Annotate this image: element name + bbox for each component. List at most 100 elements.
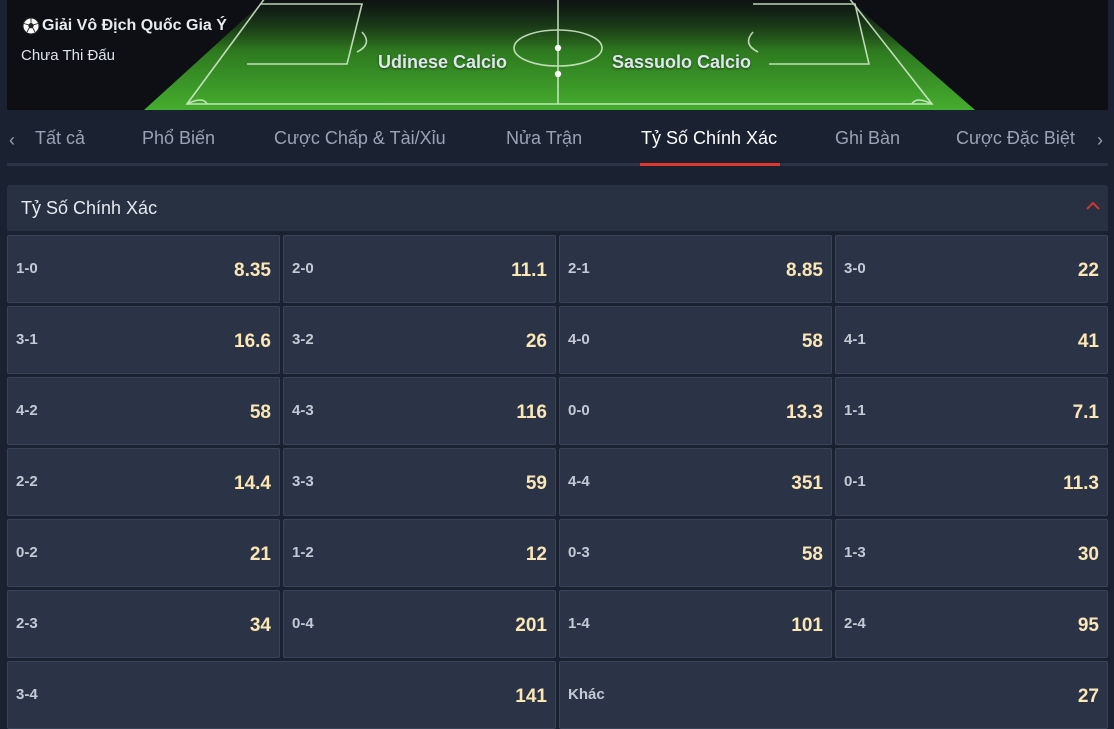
market-header[interactable]: Tỷ Số Chính Xác [7, 185, 1108, 231]
score-label: 0-4 [292, 615, 314, 632]
score-label: 2-4 [844, 615, 866, 632]
odds-value: 11.1 [511, 260, 547, 281]
score-label: 3-2 [292, 331, 314, 348]
score-label: 1-2 [292, 544, 314, 561]
odds-value: 141 [515, 686, 547, 707]
score-label: 4-4 [568, 473, 590, 490]
league-name: Giải Vô Địch Quốc Gia Ý [42, 17, 227, 34]
score-label: 4-2 [16, 402, 38, 419]
odds-value: 11.3 [1063, 473, 1099, 494]
odds-value: 7.1 [1072, 402, 1099, 423]
active-tab-indicator [640, 163, 780, 166]
score-odds-cell[interactable]: 4-2 58 [7, 377, 280, 445]
score-label: 2-0 [292, 260, 314, 277]
score-odds-cell[interactable]: 3-4 141 [7, 661, 556, 729]
odds-value: 8.85 [786, 260, 823, 281]
odds-value: 116 [516, 402, 547, 423]
odds-value: 351 [791, 473, 823, 494]
away-team-name: Sassuolo Calcio [612, 52, 752, 72]
tabs-divider [7, 163, 1108, 166]
score-label: 4-1 [844, 331, 866, 348]
score-odds-cell[interactable]: 3-0 22 [835, 235, 1108, 303]
odds-value: 22 [1077, 260, 1099, 281]
odds-value: 58 [801, 544, 823, 565]
score-label: 4-3 [292, 402, 314, 419]
score-label: 1-1 [844, 402, 866, 419]
odds-value: 41 [1077, 331, 1099, 352]
soccer-ball-icon [22, 17, 40, 35]
score-label: 3-1 [16, 331, 38, 348]
tab-all[interactable]: Tất cả [35, 128, 85, 149]
score-odds-cell[interactable]: 0-3 58 [559, 519, 832, 587]
score-odds-cell[interactable]: 0-4 201 [283, 590, 556, 658]
score-odds-cell[interactable]: 0-2 21 [7, 519, 280, 587]
score-odds-cell[interactable]: 1-1 7.1 [835, 377, 1108, 445]
score-odds-cell[interactable]: 1-0 8.35 [7, 235, 280, 303]
market-tabs: ‹ Tất cả Phổ Biến Cược Chấp & Tài/Xỉu Nử… [7, 110, 1108, 166]
score-label: 0-0 [568, 402, 590, 419]
score-odds-cell[interactable]: 4-0 58 [559, 306, 832, 374]
tab-correct-score[interactable]: Tỷ Số Chính Xác [641, 128, 777, 149]
score-label: 4-0 [568, 331, 590, 348]
score-odds-cell[interactable]: 1-4 101 [559, 590, 832, 658]
odds-value: 16.6 [234, 331, 271, 352]
odds-value: 14.4 [234, 473, 271, 494]
score-odds-cell[interactable]: 1-2 12 [283, 519, 556, 587]
odds-value: 101 [791, 615, 823, 636]
score-odds-cell[interactable]: 4-1 41 [835, 306, 1108, 374]
odds-value: 30 [1077, 544, 1099, 565]
score-label: 0-2 [16, 544, 38, 561]
market-title: Tỷ Số Chính Xác [21, 198, 158, 218]
chevron-up-icon[interactable] [1086, 201, 1100, 211]
odds-value: 201 [515, 615, 547, 636]
score-odds-cell[interactable]: Khác 27 [559, 661, 1108, 729]
score-odds-cell[interactable]: 2-3 34 [7, 590, 280, 658]
score-label: 0-1 [844, 473, 866, 490]
odds-value: 34 [249, 615, 271, 636]
odds-value: 58 [249, 402, 271, 423]
score-odds-cell[interactable]: 3-2 26 [283, 306, 556, 374]
score-label: 1-0 [16, 260, 38, 277]
score-label: 3-3 [292, 473, 314, 490]
score-odds-cell[interactable]: 4-3 116 [283, 377, 556, 445]
score-label: 3-0 [844, 260, 866, 277]
odds-value: 58 [801, 331, 823, 352]
score-odds-cell[interactable]: 0-1 11.3 [835, 448, 1108, 516]
match-status: Chưa Thi Đấu [21, 47, 115, 64]
tab-half-time[interactable]: Nửa Trận [506, 128, 582, 149]
odds-value: 21 [249, 544, 271, 565]
odds-value: 12 [525, 544, 547, 565]
odds-value: 26 [525, 331, 547, 352]
score-label: Khác [568, 686, 605, 703]
correct-score-grid: 1-0 8.35 2-0 11.1 2-1 8.85 3-0 22 3-1 16.6 3-2 26 4-… [7, 235, 1108, 729]
tab-goal-scorer[interactable]: Ghi Bàn [835, 128, 900, 149]
chevron-left-icon[interactable]: ‹ [9, 130, 15, 151]
odds-value: 8.35 [234, 260, 271, 281]
score-odds-cell[interactable]: 1-3 30 [835, 519, 1108, 587]
tab-popular[interactable]: Phổ Biến [142, 128, 215, 149]
score-odds-cell[interactable]: 3-1 16.6 [7, 306, 280, 374]
odds-value: 13.3 [786, 402, 823, 423]
score-label: 1-4 [568, 615, 590, 632]
score-odds-cell[interactable]: 4-4 351 [559, 448, 832, 516]
tab-handicap-over-under[interactable]: Cược Chấp & Tài/Xỉu [274, 128, 446, 149]
odds-value: 59 [525, 473, 547, 494]
odds-value: 27 [1077, 686, 1099, 707]
score-odds-cell[interactable]: 3-3 59 [283, 448, 556, 516]
odds-value: 95 [1077, 615, 1099, 636]
score-label: 2-2 [16, 473, 38, 490]
home-team-name: Udinese Calcio [378, 52, 508, 72]
score-label: 1-3 [844, 544, 866, 561]
score-odds-cell[interactable]: 2-0 11.1 [283, 235, 556, 303]
score-odds-cell[interactable]: 0-0 13.3 [559, 377, 832, 445]
score-label: 0-3 [568, 544, 590, 561]
score-odds-cell[interactable]: 2-4 95 [835, 590, 1108, 658]
score-label: 2-1 [568, 260, 590, 277]
score-odds-cell[interactable]: 2-1 8.85 [559, 235, 832, 303]
score-label: 2-3 [16, 615, 38, 632]
chevron-right-icon[interactable]: › [1097, 130, 1103, 151]
league-title: Giải Vô Địch Quốc Gia Ý [22, 17, 227, 35]
tab-specials[interactable]: Cược Đặc Biệt [956, 128, 1075, 149]
match-banner: Giải Vô Địch Quốc Gia Ý Chưa Thi Đấu Udi… [7, 0, 1108, 110]
score-odds-cell[interactable]: 2-2 14.4 [7, 448, 280, 516]
